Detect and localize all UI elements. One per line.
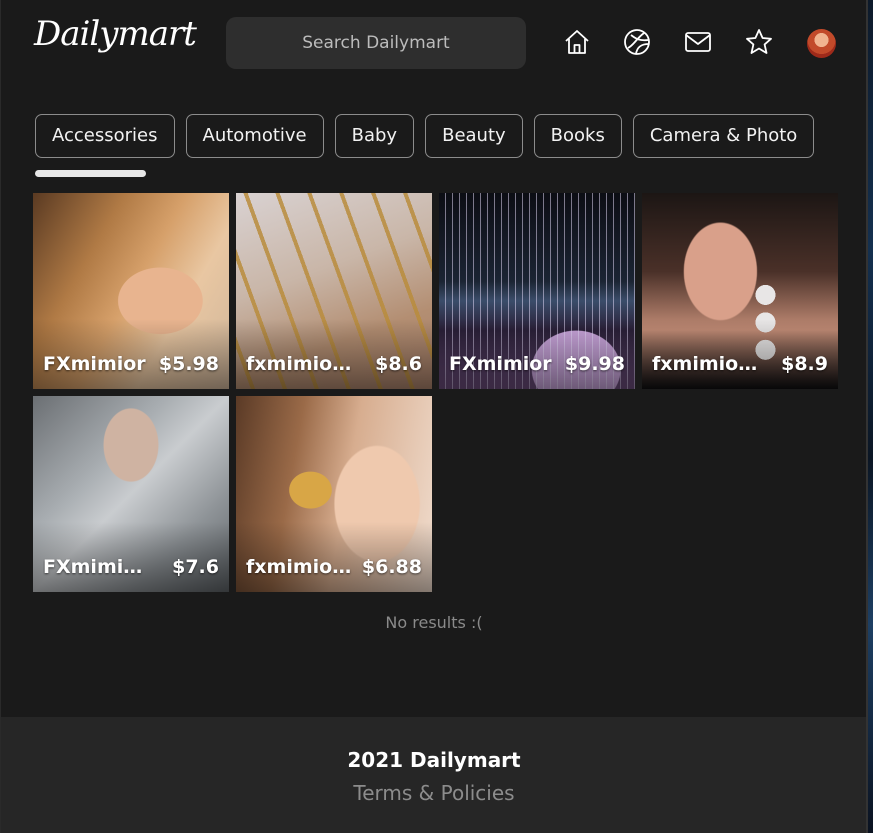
category-chip-beauty[interactable]: Beauty	[425, 114, 523, 158]
product-card[interactable]: FXmimior $9.98	[439, 193, 635, 389]
product-price: $5.98	[158, 353, 219, 375]
mail-icon[interactable]	[682, 26, 714, 58]
product-name: FXmimior Layered	[43, 556, 151, 578]
product-price: $6.88	[361, 556, 422, 578]
category-chip-camera-photo[interactable]: Camera & Photo	[632, 114, 815, 158]
explore-icon[interactable]	[621, 26, 653, 58]
avatar[interactable]	[807, 29, 836, 58]
search-input[interactable]: Search Dailymart	[226, 17, 526, 69]
product-name: FXmimior	[43, 353, 146, 375]
logo[interactable]: Dailymart	[34, 14, 197, 54]
category-chip-books[interactable]: Books	[533, 114, 622, 158]
product-name: FXmimior	[449, 353, 552, 375]
product-name: fxmimior Women	[246, 353, 354, 375]
product-name: fxmimior Women	[652, 353, 760, 375]
product-card[interactable]: FXmimior $5.98	[33, 193, 229, 389]
product-card[interactable]: fxmimior Women $8.6	[236, 193, 432, 389]
product-card[interactable]: fxmimior Women $8.9	[642, 193, 838, 389]
category-chip-automotive[interactable]: Automotive	[185, 114, 324, 158]
star-icon[interactable]	[743, 26, 775, 58]
category-bar: Accessories Automotive Baby Beauty Books Came…	[35, 114, 837, 162]
home-icon[interactable]	[561, 26, 593, 58]
footer-copyright: 2021 Dailymart	[347, 748, 521, 772]
product-price: $8.6	[375, 353, 422, 375]
category-scrollbar[interactable]	[35, 170, 146, 177]
product-name: fxmimior Butterfly	[246, 556, 354, 578]
product-price: $9.98	[564, 353, 625, 375]
footer: 2021 Dailymart Terms & Policies	[1, 717, 867, 833]
window-edge	[866, 0, 873, 833]
category-chip-baby[interactable]: Baby	[334, 114, 415, 158]
product-card[interactable]: FXmimior Layered $7.6	[33, 396, 229, 592]
product-price: $8.9	[781, 353, 828, 375]
category-chip-accessories[interactable]: Accessories	[35, 114, 175, 158]
app-window: Dailymart Search Dailymart Accessories Au…	[0, 0, 867, 833]
product-price: $7.6	[172, 556, 219, 578]
status-text: No results :(	[385, 613, 483, 632]
search-placeholder: Search Dailymart	[302, 33, 450, 53]
terms-policies-link[interactable]: Terms & Policies	[1, 781, 867, 805]
product-card[interactable]: fxmimior Butterfly $6.88	[236, 396, 432, 592]
